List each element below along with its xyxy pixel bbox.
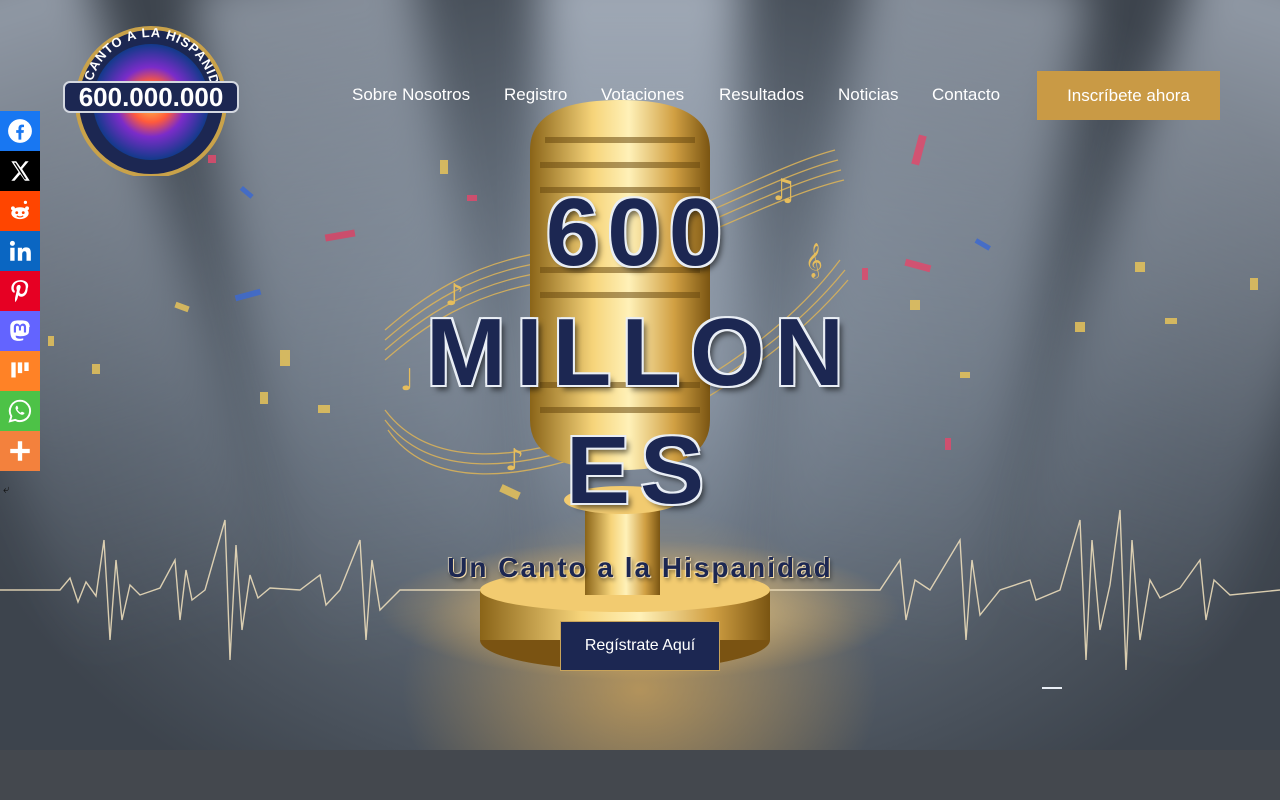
linkedin-icon[interactable] bbox=[0, 231, 40, 271]
x-icon[interactable] bbox=[0, 151, 40, 191]
hide-share-bar-icon[interactable]: ⤶ bbox=[3, 482, 10, 497]
inscribete-button[interactable]: Inscríbete ahora bbox=[1037, 71, 1220, 120]
nav-resultados[interactable]: Resultados bbox=[719, 85, 804, 105]
nav-sobre-nosotros[interactable]: Sobre Nosotros bbox=[352, 85, 470, 105]
hero-title-line-2: MILLON bbox=[426, 299, 854, 406]
mix-icon[interactable] bbox=[0, 351, 40, 391]
footer-band bbox=[0, 750, 1280, 800]
pinterest-icon[interactable] bbox=[0, 271, 40, 311]
logo-number: 600.000.000 bbox=[79, 82, 224, 112]
facebook-icon[interactable] bbox=[0, 111, 40, 151]
reddit-icon[interactable] bbox=[0, 191, 40, 231]
more-icon[interactable] bbox=[0, 431, 40, 471]
nav-registro[interactable]: Registro bbox=[504, 85, 567, 105]
whatsapp-icon[interactable] bbox=[0, 391, 40, 431]
registrate-button[interactable]: Regístrate Aquí bbox=[560, 621, 720, 671]
mastodon-icon[interactable] bbox=[0, 311, 40, 351]
nav-votaciones[interactable]: Votaciones bbox=[601, 85, 684, 105]
hero-title-line-1: 600 bbox=[545, 179, 731, 286]
social-share-bar bbox=[0, 111, 40, 471]
site-logo[interactable]: UN CANTO A LA HISPANIDAD 600.000.000 bbox=[57, 6, 240, 178]
nav-noticias[interactable]: Noticias bbox=[838, 85, 898, 105]
hero-subtitle: Un Canto a la Hispanidad bbox=[447, 552, 833, 583]
nav-contacto[interactable]: Contacto bbox=[932, 85, 1000, 105]
hero-title-line-3: ES bbox=[565, 417, 715, 524]
